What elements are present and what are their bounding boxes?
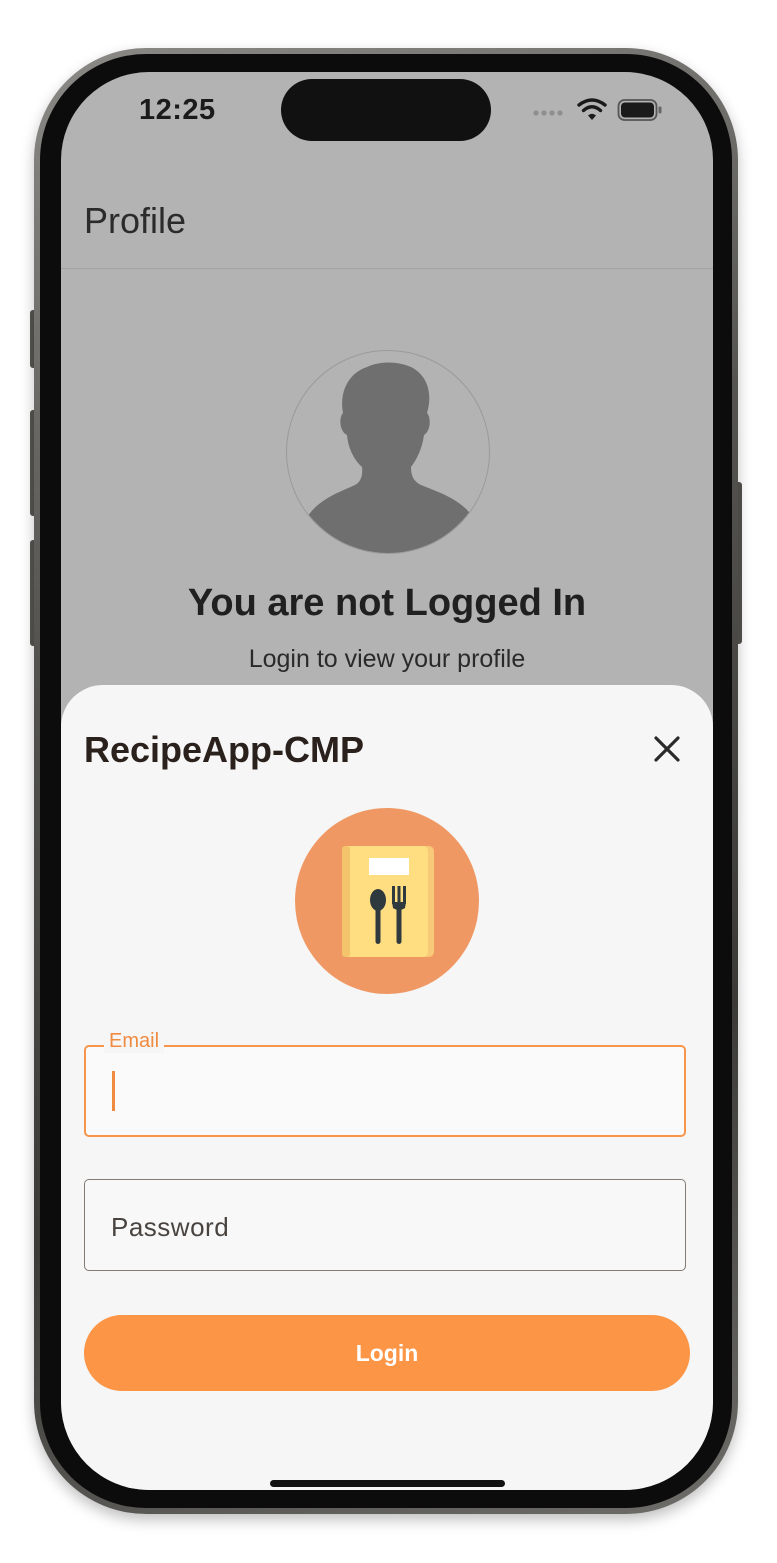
status-icons [533, 98, 663, 127]
login-hint-text: Login to view your profile [248, 645, 526, 673]
person-silhouette-icon [303, 362, 477, 553]
avatar [286, 350, 490, 554]
recipe-book-icon [342, 846, 434, 957]
login-bottom-sheet: RecipeApp-CMP Email Password Login [61, 685, 713, 1490]
dynamic-island [281, 79, 491, 141]
email-field[interactable]: Email [84, 1030, 686, 1137]
sheet-title: RecipeApp-CMP [84, 729, 365, 770]
page-title: Profile [84, 200, 187, 241]
wifi-icon [577, 98, 607, 127]
signal-dots-icon [533, 104, 567, 122]
home-indicator[interactable] [270, 1480, 505, 1487]
phone-screen: 12:25 Profile You are not Logged In Logi… [61, 72, 713, 1490]
not-logged-in-heading: You are not Logged In [187, 582, 587, 624]
top-app-bar: Profile [61, 178, 713, 269]
battery-icon [617, 98, 663, 127]
email-label: Email [104, 1030, 165, 1053]
text-cursor [112, 1071, 115, 1111]
close-button[interactable] [651, 733, 683, 765]
status-time: 12:25 [139, 94, 216, 126]
login-button[interactable]: Login [84, 1315, 690, 1391]
password-placeholder: Password [111, 1212, 230, 1242]
app-logo [295, 808, 479, 994]
close-icon [654, 736, 680, 762]
password-field[interactable]: Password [84, 1179, 686, 1271]
